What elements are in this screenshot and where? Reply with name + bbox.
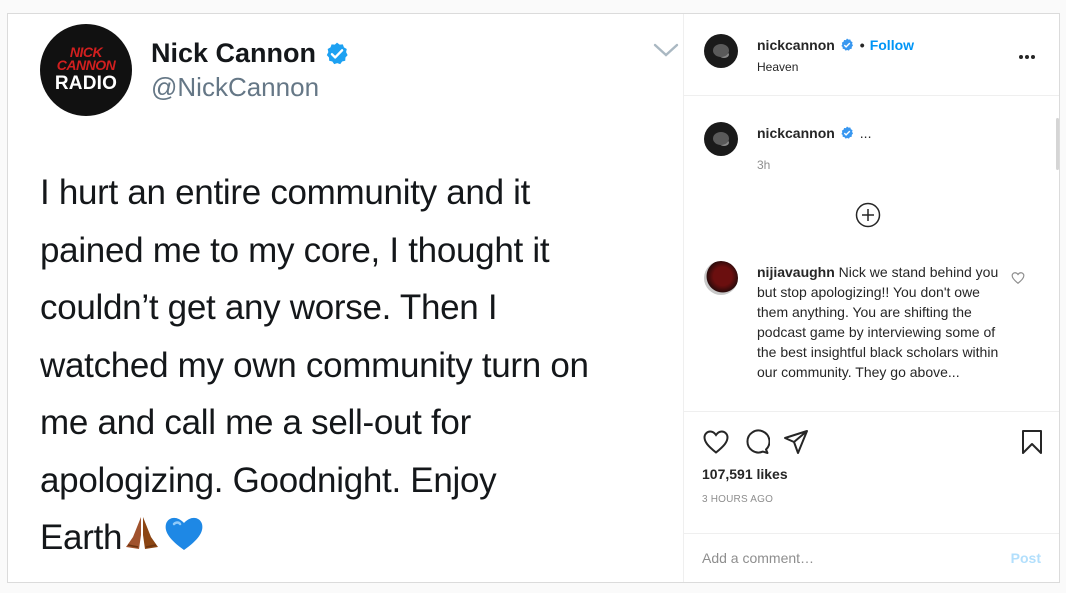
like-heart-icon[interactable] [702, 428, 730, 456]
post-header: nickcannon • Follow Heaven [684, 14, 1059, 96]
post-side-panel: nickcannon • Follow Heaven nickcannon ..… [683, 14, 1059, 582]
likes-count[interactable]: 107,591 likes [702, 466, 788, 482]
tweet-name-text: Nick Cannon [151, 38, 317, 68]
add-comment-bar: Post [684, 535, 1059, 584]
scrollbar-thumb[interactable] [1056, 118, 1059, 170]
more-options-icon[interactable] [1019, 46, 1041, 59]
tweet-display-name: Nick Cannon [151, 38, 350, 69]
post-actions: 107,591 likes 3 HOURS AGO [684, 414, 1059, 534]
tweet-line: couldn’t get any worse. Then I [40, 288, 498, 327]
instagram-post: NICK CANNON RADIO Nick Cannon @NickCanno… [7, 13, 1060, 583]
verified-icon [841, 38, 853, 51]
tweet-logo-bottom: RADIO [54, 73, 118, 94]
tweet-line-end: Earth [40, 518, 123, 557]
caption-user: nickcannon ... [757, 125, 871, 141]
comment-username[interactable]: nijiavaughn [757, 264, 835, 280]
separator-dot: • [859, 37, 865, 53]
username-link[interactable]: nickcannon [757, 125, 835, 141]
heart-icon[interactable] [1011, 271, 1025, 285]
tweet-handle: @NickCannon [151, 72, 320, 102]
caption-time[interactable]: 3h [757, 158, 770, 172]
tweet-line: apologizing. Goodnight. Enjoy [40, 460, 497, 500]
tweet-logo-top: NICK CANNON [56, 44, 116, 73]
tweet-line: me and call me a sell-out for [40, 403, 471, 442]
tweet-avatar: NICK CANNON RADIO [40, 24, 132, 116]
tweet-line: pained me to my core, I thought it [40, 230, 550, 270]
comment-input[interactable] [702, 547, 992, 569]
post-timestamp[interactable]: 3 HOURS AGO [702, 494, 773, 505]
load-more-comments-icon[interactable] [855, 202, 881, 228]
location-link[interactable]: Heaven [757, 60, 798, 74]
post-media[interactable]: NICK CANNON RADIO Nick Cannon @NickCanno… [8, 14, 683, 582]
tweet-last-line: Earth [40, 509, 680, 567]
comment-body: nijiavaughn Nick we stand behind you but… [757, 262, 1009, 382]
bookmark-icon[interactable] [1018, 428, 1046, 456]
tweet-text: I hurt an entire community and it pained… [40, 164, 680, 567]
avatar[interactable] [704, 34, 738, 68]
caption-ellipsis[interactable]: ... [860, 125, 872, 141]
tweet-line: I hurt an entire community and it [40, 173, 531, 212]
tweet-line: watched my own community turn on [40, 345, 589, 385]
blue-heart-icon [165, 517, 203, 550]
header-user: nickcannon • Follow [757, 37, 914, 53]
chevron-down-icon [653, 43, 679, 57]
share-icon[interactable] [782, 428, 810, 456]
praying-hands-icon [126, 517, 159, 549]
follow-button[interactable]: Follow [870, 37, 914, 53]
comments-list[interactable]: nickcannon ... 3h nijiavaughn Nick we st… [684, 96, 1059, 412]
verified-icon [326, 42, 348, 64]
comment-text: Nick we stand behind you but stop apolog… [757, 264, 999, 380]
username-link[interactable]: nickcannon [757, 37, 835, 53]
avatar[interactable] [704, 261, 738, 295]
comment-icon[interactable] [742, 428, 770, 456]
verified-icon [841, 126, 853, 139]
avatar[interactable] [704, 122, 738, 156]
post-button[interactable]: Post [1011, 550, 1041, 566]
